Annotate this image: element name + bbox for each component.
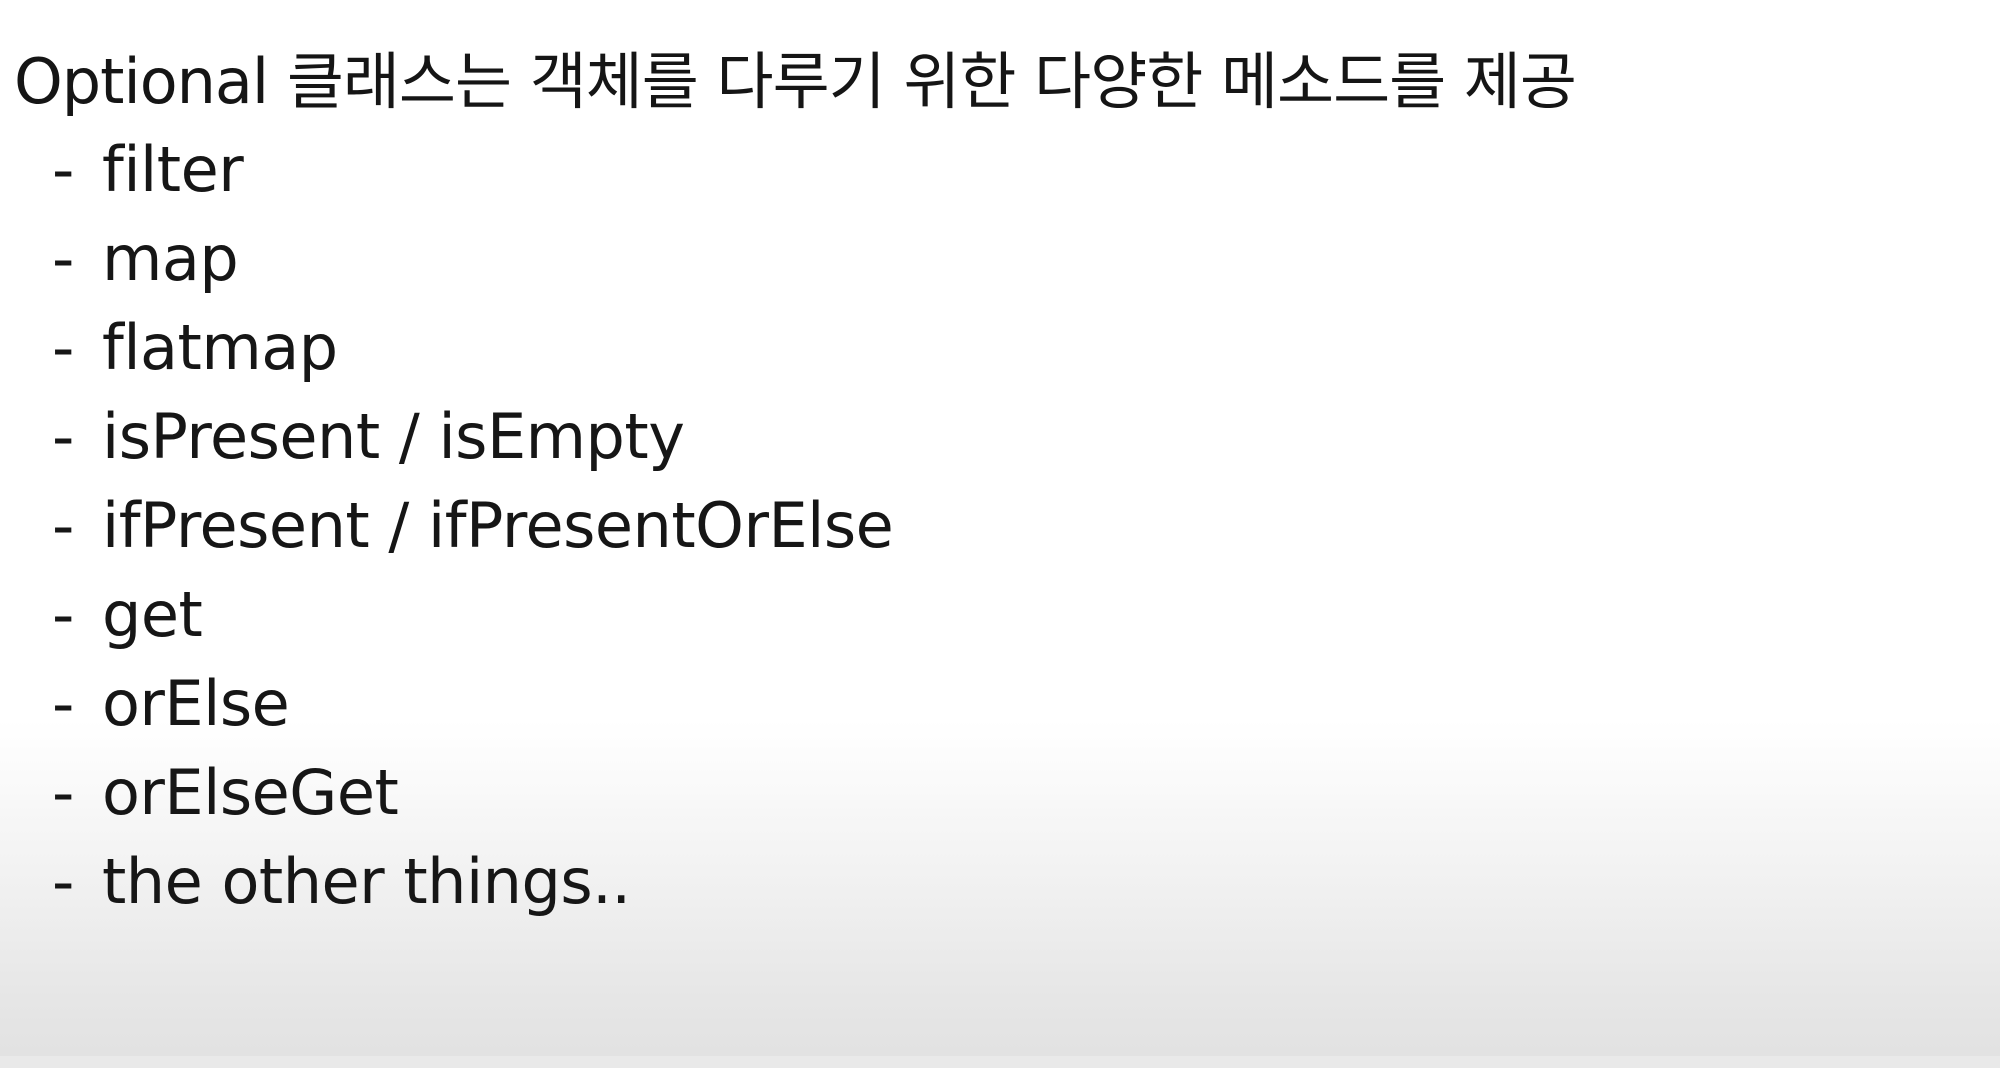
- dash-marker: -: [52, 578, 74, 651]
- dash-marker: -: [52, 845, 74, 918]
- dash-marker: -: [52, 489, 74, 562]
- method-item-orelse: - orElse: [52, 659, 893, 748]
- method-item-orelseget: - orElseGet: [52, 748, 893, 837]
- dash-marker: -: [52, 400, 74, 473]
- slide: Optional 클래스는 객체를 다루기 위한 다양한 메소드를 제공 - fi…: [0, 0, 2000, 1068]
- method-label: filter: [102, 133, 244, 206]
- method-list: - filter - map - flatmap - isPresent / isEmp…: [52, 125, 894, 926]
- dash-marker: -: [52, 311, 74, 384]
- method-item-flatmap: - flatmap: [52, 303, 893, 392]
- method-label: isPresent / isEmpty: [102, 400, 685, 473]
- method-item-filter: - filter: [52, 125, 893, 214]
- dash-marker: -: [52, 222, 74, 295]
- method-item-the-other-things: - the other things..: [52, 837, 893, 926]
- method-label: orElseGet: [102, 756, 399, 829]
- method-label: the other things..: [102, 845, 631, 918]
- method-label: orElse: [102, 667, 290, 740]
- dash-marker: -: [52, 667, 74, 740]
- bottom-edge-divider: [0, 1056, 2000, 1068]
- method-item-ifpresent-ifpresentorelse: - ifPresent / ifPresentOrElse: [52, 481, 894, 570]
- method-label: get: [102, 578, 203, 651]
- slide-title: Optional 클래스는 객체를 다루기 위한 다양한 메소드를 제공: [14, 45, 1577, 118]
- method-item-map: - map: [52, 214, 893, 303]
- method-item-ispresent-isempty: - isPresent / isEmpty: [52, 392, 893, 481]
- method-label: map: [102, 222, 239, 295]
- method-item-get: - get: [52, 570, 893, 659]
- method-label: flatmap: [102, 311, 338, 384]
- dash-marker: -: [52, 133, 74, 206]
- method-label: ifPresent / ifPresentOrElse: [102, 489, 894, 562]
- dash-marker: -: [52, 756, 74, 829]
